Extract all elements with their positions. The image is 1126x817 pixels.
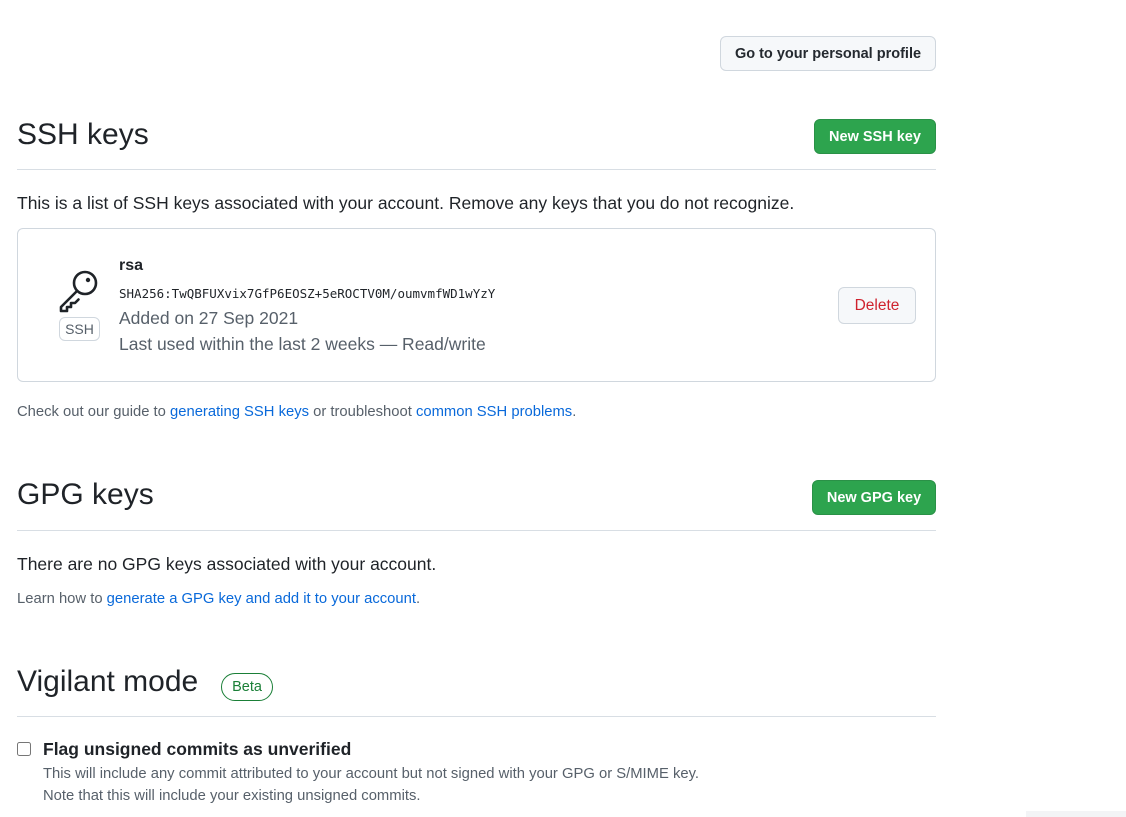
gpg-learn-prefix: Learn how to — [17, 591, 107, 607]
ssh-keys-intro: This is a list of SSH keys associated wi… — [17, 193, 795, 213]
flag-unsigned-commits-label[interactable]: Flag unsigned commits as unverified — [43, 739, 351, 760]
key-added-date: Added on 27 Sep 2021 — [119, 308, 299, 328]
ssh-guide-suffix: . — [572, 404, 577, 420]
generate-gpg-key-link[interactable]: generate a GPG key and add it to your ac… — [107, 591, 416, 607]
key-icon — [56, 267, 102, 313]
beta-badge: Beta — [221, 673, 273, 701]
new-gpg-key-button[interactable]: New GPG key — [812, 480, 936, 515]
ssh-guide-prefix: Check out our guide to — [17, 404, 170, 420]
corner-strip — [1026, 811, 1126, 817]
key-title: rsa — [119, 257, 144, 274]
new-ssh-key-button[interactable]: New SSH key — [814, 119, 936, 154]
ssh-keys-header: SSH keys New SSH key — [17, 118, 936, 170]
gpg-learn-text: Learn how to generate a GPG key and add … — [17, 591, 420, 607]
vigilant-mode-title: Vigilant mode — [17, 665, 199, 698]
common-ssh-problems-link[interactable]: common SSH problems — [416, 404, 572, 420]
gpg-empty-message: There are no GPG keys associated with yo… — [17, 554, 437, 574]
generating-ssh-keys-link[interactable]: generating SSH keys — [170, 404, 309, 420]
key-fingerprint: SHA256:TwQBFUXvix7GfP6EOSZ+5eROCTV0M/oum… — [119, 286, 496, 301]
gpg-keys-title: GPG keys — [17, 478, 154, 511]
go-to-personal-profile-button[interactable]: Go to your personal profile — [720, 36, 936, 71]
ssh-guide-text: Check out our guide to generating SSH ke… — [17, 404, 576, 420]
page: Go to your personal profile SSH keys New… — [0, 0, 1126, 817]
ssh-keys-title: SSH keys — [17, 118, 149, 151]
gpg-learn-suffix: . — [415, 591, 421, 607]
vigilant-mode-note: This will include any commit attributed … — [43, 766, 699, 782]
vigilant-mode-header: Vigilant mode Beta — [17, 665, 936, 717]
ssh-guide-middle: or troubleshoot — [309, 404, 416, 420]
ssh-badge: SSH — [59, 317, 100, 341]
ssh-key-item: SSH rsa SHA256:TwQBFUXvix7GfP6EOSZ+5eROC… — [17, 228, 936, 382]
key-last-used: Last used within the last 2 weeks — Read… — [119, 334, 486, 354]
vigilant-mode-note-existing: Note that this will include your existin… — [43, 788, 421, 804]
delete-key-button[interactable]: Delete — [838, 287, 916, 324]
gpg-keys-header: GPG keys New GPG key — [17, 478, 936, 531]
flag-unsigned-commits-checkbox[interactable] — [17, 742, 31, 756]
